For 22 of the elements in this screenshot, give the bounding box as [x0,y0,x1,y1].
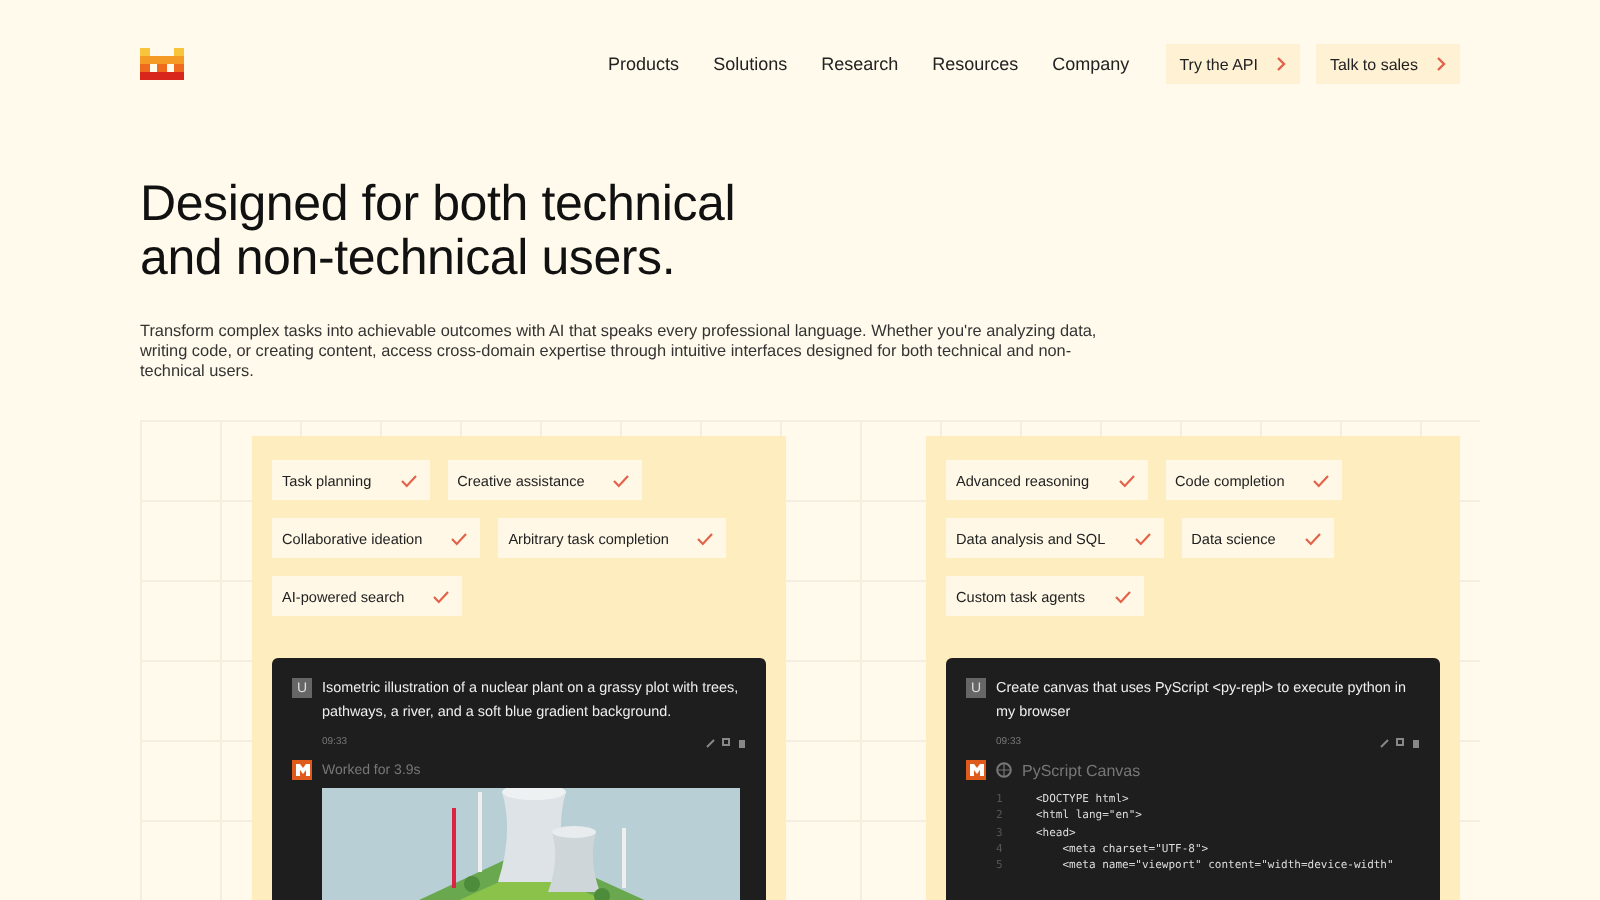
canvas-title: PyScript Canvas [1022,761,1141,779]
copy-icon[interactable] [1396,737,1406,747]
chevron-icon [1436,56,1446,72]
nav-link[interactable]: Company [1052,54,1130,74]
edit-icon[interactable] [706,737,716,747]
chevron-icon [1275,56,1286,72]
nav-link[interactable]: Products [608,54,680,74]
nav-link[interactable]: Research [821,54,899,74]
nav-link[interactable]: Resources [932,54,1019,74]
nav-button[interactable]: Try the API [1165,44,1300,84]
hero-description: Transform complex tasks into achievable outcomes with AI that speaks every professional language. Whether you're analyzing data, writing code, or creating content, access cross-domain expertise through intuitive interfaces designed for both technical and non-technical users. [140,322,1099,382]
assistant-logo-icon [966,760,986,780]
hero-title: Designed for both technical and non-technical users. [140,178,738,286]
nav-link[interactable]: Solutions [713,54,788,74]
copy-icon[interactable] [722,737,732,747]
logo-icon[interactable] [140,48,184,80]
globe-icon [996,762,1012,778]
assistant-logo-icon [292,760,312,780]
delete-icon[interactable] [1412,737,1420,747]
delete-icon[interactable] [738,737,746,747]
nav-button[interactable]: Talk to sales [1315,44,1460,84]
edit-icon[interactable] [1380,737,1390,747]
